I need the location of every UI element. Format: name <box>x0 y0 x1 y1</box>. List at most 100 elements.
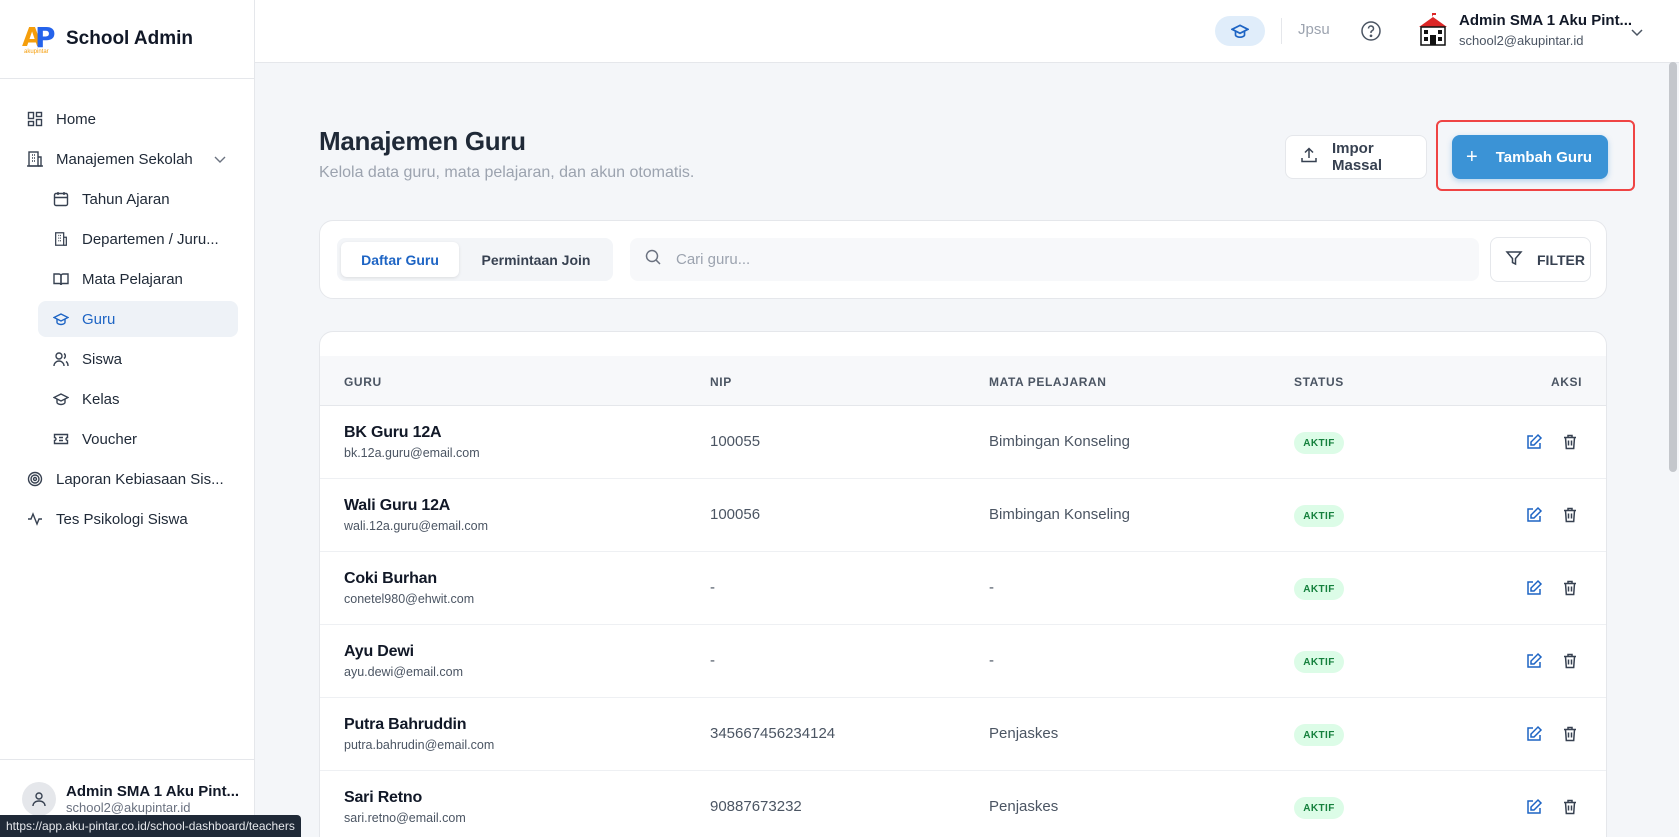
teacher-email: bk.12a.guru@email.com <box>344 446 480 460</box>
trash-icon[interactable] <box>1561 725 1579 743</box>
building-icon <box>26 150 44 168</box>
trash-icon[interactable] <box>1561 652 1579 670</box>
chevron-down-icon[interactable] <box>1631 24 1643 42</box>
graduation-cap-icon <box>52 310 70 328</box>
impor-massal-button[interactable]: Impor Massal <box>1285 135 1427 179</box>
teacher-name: Sari Retno <box>344 789 423 806</box>
tab-group: Daftar Guru Permintaan Join <box>337 238 613 281</box>
sidebar-item-voucher[interactable]: Voucher <box>38 421 238 457</box>
sidebar-item-home[interactable]: Home <box>16 101 238 137</box>
filter-button[interactable]: FILTER <box>1490 237 1591 282</box>
sidebar-nav: Home Manajemen Sekolah Tahun Ajaran Depa… <box>0 79 254 537</box>
trash-icon[interactable] <box>1561 798 1579 816</box>
page-scrollbar[interactable] <box>1669 62 1677 472</box>
table-row: Putra Bahruddin putra.bahrudin@email.com… <box>320 698 1606 771</box>
teacher-mapel: Penjaskes <box>989 798 1059 815</box>
avatar <box>22 781 56 816</box>
page-subtitle: Kelola data guru, mata pelajaran, dan ak… <box>319 164 695 181</box>
graduation-cap-icon <box>52 390 70 408</box>
graduation-cap-icon <box>1231 24 1249 39</box>
col-aksi: AKSI <box>1551 375 1583 389</box>
teacher-email: wali.12a.guru@email.com <box>344 519 489 533</box>
status-badge: AKTIF <box>1294 651 1344 673</box>
sidebar-item-tahun-ajaran[interactable]: Tahun Ajaran <box>38 181 238 217</box>
brand[interactable]: A Pakupintar School Admin <box>0 0 254 79</box>
sidebar-item-label: Laporan Kebiasaan Sis... <box>56 470 224 488</box>
table-header: GURU NIP MATA PELAJARAN STATUS AKSI <box>320 356 1606 406</box>
ticket-icon <box>52 430 70 448</box>
table-row: Coki Burhan conetel980@ehwit.com - - AKT… <box>320 552 1606 625</box>
sidebar-item-label: Mata Pelajaran <box>82 270 183 288</box>
table-row: Sari Retno sari.retno@email.com 90887673… <box>320 771 1606 837</box>
link-preview-url: https://app.aku-pintar.co.id/school-dash… <box>0 815 301 837</box>
teacher-email: sari.retno@email.com <box>344 811 466 825</box>
edit-icon[interactable] <box>1525 652 1543 670</box>
role-switch-button[interactable] <box>1215 16 1265 46</box>
sidebar-item-label: Kelas <box>82 390 120 408</box>
sidebar-item-label: Voucher <box>82 430 138 448</box>
top-name: Jpsu <box>1298 21 1330 38</box>
sidebar-item-kelas[interactable]: Kelas <box>38 381 238 417</box>
teacher-mapel: - <box>989 652 994 669</box>
sidebar-item-departemen[interactable]: Departemen / Juru... <box>38 221 238 257</box>
sidebar-item-label: Departemen / Juru... <box>82 230 219 248</box>
filter-icon <box>1505 249 1523 270</box>
status-badge: AKTIF <box>1294 505 1344 527</box>
tab-permintaan-join[interactable]: Permintaan Join <box>463 242 609 277</box>
activity-icon <box>26 510 44 528</box>
teacher-email: conetel980@ehwit.com <box>344 592 475 606</box>
edit-icon[interactable] <box>1525 506 1543 524</box>
upload-icon <box>1300 146 1318 168</box>
teacher-name: Wali Guru 12A <box>344 497 451 514</box>
sidebar-item-tes-psikologi[interactable]: Tes Psikologi Siswa <box>16 501 238 537</box>
search-box[interactable] <box>630 238 1479 281</box>
trash-icon[interactable] <box>1561 506 1579 524</box>
status-badge: AKTIF <box>1294 578 1344 600</box>
sidebar-item-siswa[interactable]: Siswa <box>38 341 238 377</box>
topbar: Jpsu Admin SMA 1 Aku Pint... school2@aku… <box>255 0 1679 63</box>
edit-icon[interactable] <box>1525 725 1543 743</box>
sidebar-item-manajemen-sekolah[interactable]: Manajemen Sekolah <box>16 141 238 177</box>
teacher-table: GURU NIP MATA PELAJARAN STATUS AKSI BK G… <box>319 331 1607 837</box>
col-guru: GURU <box>344 375 382 389</box>
trash-icon[interactable] <box>1561 579 1579 597</box>
edit-icon[interactable] <box>1525 798 1543 816</box>
sidebar-item-label: Siswa <box>82 350 123 368</box>
sidebar-item-laporan-kebiasaan[interactable]: Laporan Kebiasaan Sis... <box>16 461 238 497</box>
filter-label: FILTER <box>1537 251 1585 268</box>
tambah-guru-button[interactable]: + Tambah Guru <box>1452 135 1608 179</box>
user-icon <box>32 791 46 806</box>
status-badge: AKTIF <box>1294 797 1344 819</box>
sidebar-item-mata-pelajaran[interactable]: Mata Pelajaran <box>38 261 238 297</box>
teacher-mapel: Bimbingan Konseling <box>989 433 1130 450</box>
teacher-nip: - <box>710 579 715 596</box>
sidebar-item-guru[interactable]: Guru <box>38 301 238 337</box>
teacher-mapel: - <box>989 579 994 596</box>
col-status: STATUS <box>1294 375 1344 389</box>
teacher-nip: 90887673232 <box>710 798 802 815</box>
col-mata-pelajaran: MATA PELAJARAN <box>989 375 1107 389</box>
building-icon <box>52 230 70 248</box>
teacher-nip: 100055 <box>710 433 761 450</box>
trash-icon[interactable] <box>1561 433 1579 451</box>
teacher-name: Coki Burhan <box>344 570 437 587</box>
top-user-email: school2@akupintar.id <box>1459 33 1584 48</box>
edit-icon[interactable] <box>1525 579 1543 597</box>
target-icon <box>26 470 44 488</box>
search-input[interactable] <box>676 251 1456 268</box>
teacher-mapel: Penjaskes <box>989 725 1059 742</box>
sidebar-item-label: Guru <box>82 310 116 328</box>
grid-icon <box>26 110 44 128</box>
sidebar-user-email: school2@akupintar.id <box>66 799 191 815</box>
impor-massal-label: Impor Massal <box>1332 140 1383 174</box>
table-row: Ayu Dewi ayu.dewi@email.com - - AKTIF <box>320 625 1606 698</box>
akupintar-logo: A Pakupintar <box>22 21 56 55</box>
teacher-mapel: Bimbingan Konseling <box>989 506 1130 523</box>
edit-icon[interactable] <box>1525 433 1543 451</box>
sidebar: A Pakupintar School Admin Home Manajemen … <box>0 0 255 837</box>
tab-daftar-guru[interactable]: Daftar Guru <box>341 242 459 277</box>
sidebar-item-label: Tes Psikologi Siswa <box>56 510 188 528</box>
teacher-nip: 345667456234124 <box>710 725 836 742</box>
top-user-name[interactable]: Admin SMA 1 Aku Pint... <box>1459 12 1632 29</box>
help-icon[interactable] <box>1360 20 1382 42</box>
